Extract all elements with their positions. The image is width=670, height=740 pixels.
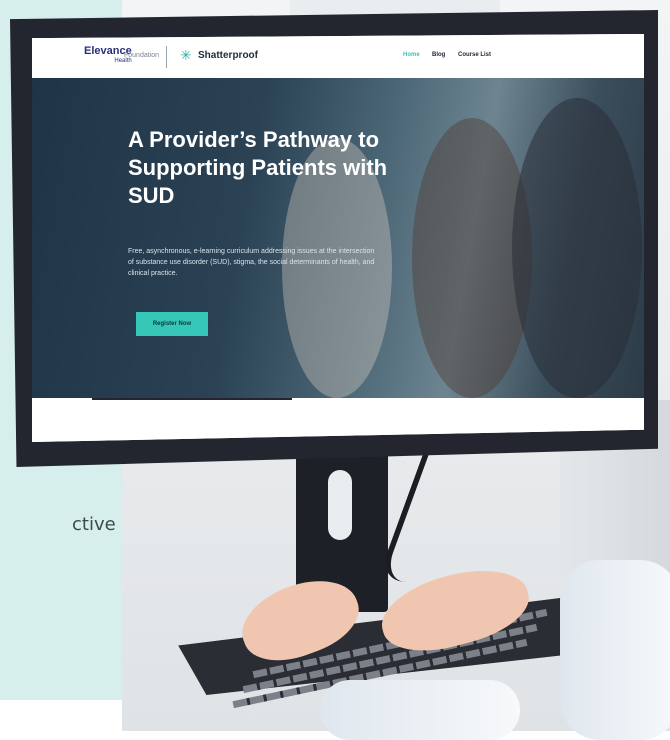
hero-title: A Provider’s Pathway to Supporting Patie… xyxy=(128,127,388,208)
site-header: Elevance Health Foundation ✳ Shatterproo… xyxy=(32,34,644,79)
left-sleeve xyxy=(320,680,520,740)
hero-subtitle: Free, asynchronous, e-learning curriculu… xyxy=(128,248,375,277)
hero-section: A Provider’s Pathway to Supporting Patie… xyxy=(32,78,644,398)
logo-divider xyxy=(166,46,167,68)
monitor-stand-cable-hole xyxy=(328,470,352,540)
section-divider xyxy=(92,398,292,400)
side-panel-text-2: ctive xyxy=(72,514,116,535)
nav-home[interactable]: Home xyxy=(403,52,420,58)
shatterproof-logo[interactable]: Shatterproof xyxy=(198,50,258,61)
nav-course-list[interactable]: Course List xyxy=(458,52,491,58)
nav-blog[interactable]: Blog xyxy=(432,52,445,58)
monitor-screen: Elevance Health Foundation ✳ Shatterproo… xyxy=(32,34,644,442)
logo-foundation: Foundation xyxy=(124,52,160,59)
right-sleeve xyxy=(560,560,670,740)
register-now-button[interactable]: Register Now xyxy=(136,312,208,336)
shatterproof-star-icon: ✳ xyxy=(180,47,192,63)
hero-photo-person-3 xyxy=(512,98,642,398)
